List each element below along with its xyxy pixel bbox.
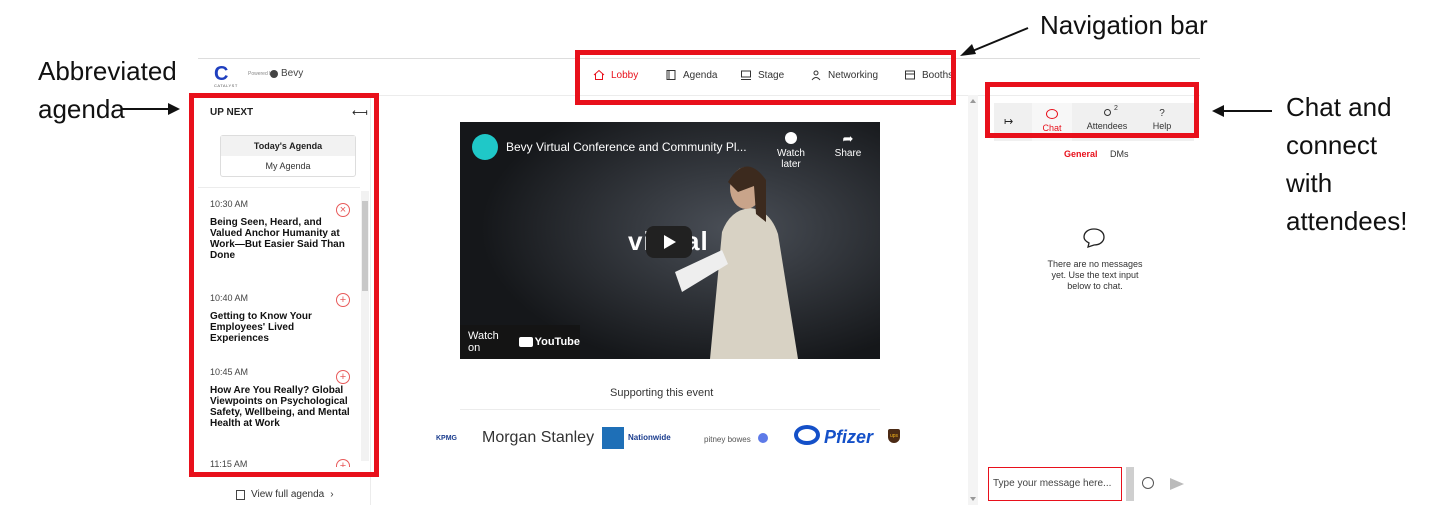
send-icon[interactable] <box>1170 478 1184 490</box>
callout-line: Abbreviated <box>38 56 177 86</box>
callout-line: connect <box>1286 130 1378 160</box>
message-input[interactable]: Type your message here... <box>988 467 1122 501</box>
main-scrollbar[interactable] <box>968 95 978 505</box>
sponsor-logo-kpmg[interactable]: KPMG <box>436 435 457 442</box>
catalyst-logo: C CATALYST <box>214 63 238 88</box>
callout-line: with <box>1286 168 1333 198</box>
divider <box>460 409 880 410</box>
share-label: Share <box>834 148 862 159</box>
arrowhead-icon <box>168 103 180 115</box>
empty-line: below to chat. <box>1067 281 1123 291</box>
watch-on-youtube[interactable]: Watch on YouTube <box>460 325 580 359</box>
highlight-agenda <box>189 93 379 477</box>
sponsor-logo-nationwide[interactable]: Nationwide <box>628 433 671 442</box>
nationwide-logo-icon <box>602 427 624 449</box>
callout-arrow-agenda <box>122 108 172 110</box>
sponsor-logo-pfizer[interactable]: Pfizer <box>824 427 873 448</box>
scroll-down-icon[interactable] <box>970 497 976 501</box>
ups-logo-icon: ups <box>888 429 900 443</box>
chevron-right-icon: › <box>330 489 334 500</box>
video-player[interactable]: Bevy Virtual Conference and Community Pl… <box>460 122 880 359</box>
subtab-general[interactable]: General <box>1064 149 1098 159</box>
youtube-label: YouTube <box>534 336 580 348</box>
pfizer-mark-icon <box>794 425 820 445</box>
callout-navigation-bar: Navigation bar <box>1040 10 1208 40</box>
empty-line: There are no messages <box>1047 259 1143 269</box>
view-full-label: View full agenda <box>251 489 325 500</box>
input-scrollbar[interactable] <box>1126 467 1134 501</box>
video-title: Bevy Virtual Conference and Community Pl… <box>506 140 747 154</box>
pitney-bowes-mark-icon <box>758 433 768 443</box>
sponsor-logo-pitney-bowes[interactable]: pitney bowes <box>704 435 751 444</box>
emoji-icon[interactable] <box>1142 477 1154 489</box>
agenda-icon <box>236 489 245 500</box>
subtab-dms[interactable]: DMs <box>1110 149 1129 159</box>
view-full-agenda-link[interactable]: View full agenda › <box>236 489 334 500</box>
watch-on-label: Watch on <box>468 330 499 354</box>
play-icon <box>664 235 676 249</box>
supporting-heading: Supporting this event <box>610 387 714 399</box>
share-button[interactable]: ➦ Share <box>830 131 866 160</box>
callout-chat-connect: Chat and connect with attendees! <box>1286 88 1407 240</box>
sponsor-logo-morgan-stanley[interactable]: Morgan Stanley <box>482 429 594 447</box>
youtube-logo-icon: YouTube <box>518 336 580 348</box>
chat-panel: ↦ Chat 2 Attendees ? Help General DMs Th… <box>980 95 1200 505</box>
highlight-chat-tabs <box>985 82 1199 138</box>
channel-logo-icon <box>472 134 498 160</box>
watch-later-label: Watch later <box>777 148 805 170</box>
arrowhead-icon <box>1212 105 1224 117</box>
bevy-logo-icon <box>270 69 278 78</box>
sponsor-logo-ups[interactable]: ups <box>888 429 900 443</box>
callout-line: attendees! <box>1286 206 1408 236</box>
bevy-label: Bevy <box>281 68 304 79</box>
callout-arrow-nav <box>960 27 1029 56</box>
empty-chat-message: There are no messages yet. Use the text … <box>1020 259 1170 292</box>
callout-abbreviated-agenda: Abbreviated agenda <box>38 52 177 128</box>
callout-arrow-chat <box>1222 110 1272 112</box>
scroll-up-icon[interactable] <box>970 99 976 103</box>
clock-icon <box>785 132 797 144</box>
play-button[interactable] <box>646 226 692 258</box>
empty-line: yet. Use the text input <box>1051 270 1139 280</box>
share-icon: ➦ <box>842 131 854 146</box>
watch-later-button[interactable]: Watch later <box>766 132 816 170</box>
highlight-navigation <box>575 50 956 105</box>
bevy-brand: Bevy <box>270 68 303 79</box>
empty-chat-icon <box>1083 228 1105 248</box>
callout-line: Chat and <box>1286 92 1392 122</box>
